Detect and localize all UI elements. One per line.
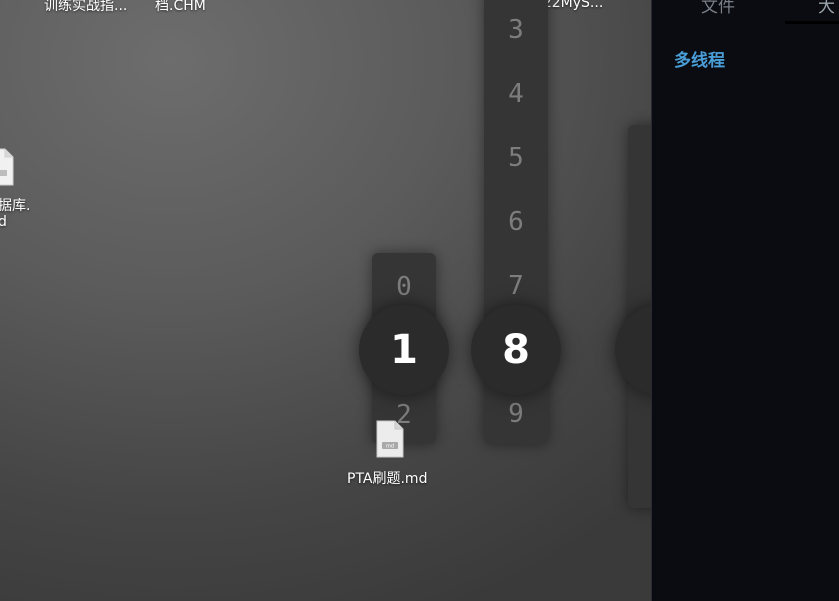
selected-digit-2[interactable]: 8 [471, 305, 561, 395]
tab-outline[interactable]: 大 [818, 0, 835, 17]
picker-digit[interactable]: 5 [484, 143, 548, 173]
picker-digit[interactable]: 0 [372, 272, 436, 302]
svg-text:md: md [386, 444, 394, 450]
tab-file[interactable]: 文件 [701, 0, 735, 17]
desktop-icon-label-1[interactable]: 训练实战指... [44, 0, 127, 15]
desktop-file-label: 据库. [0, 198, 31, 214]
selected-digit-1[interactable]: 1 [359, 305, 449, 395]
tab-active-indicator [785, 21, 839, 24]
desktop-file-pta[interactable]: md PTA刷题.md [340, 420, 440, 490]
picker-digit[interactable]: 4 [484, 79, 548, 109]
desktop-icon-label-2[interactable]: 档.CHM [155, 0, 206, 15]
desktop-file-label-2: d [0, 214, 7, 230]
picker-digit[interactable]: 7 [484, 271, 548, 301]
side-panel: 文件 大 多线程 [651, 0, 839, 601]
desktop-file-database[interactable]: 据库. d [0, 148, 46, 238]
markdown-file-icon: md [376, 420, 404, 458]
picker-digit[interactable]: 6 [484, 207, 548, 237]
document-icon [0, 148, 14, 186]
picker-digit[interactable]: 3 [484, 15, 548, 45]
desktop-file-label: PTA刷题.md [347, 471, 428, 487]
picker-digit[interactable]: 9 [484, 399, 548, 429]
outline-heading[interactable]: 多线程 [674, 46, 725, 71]
